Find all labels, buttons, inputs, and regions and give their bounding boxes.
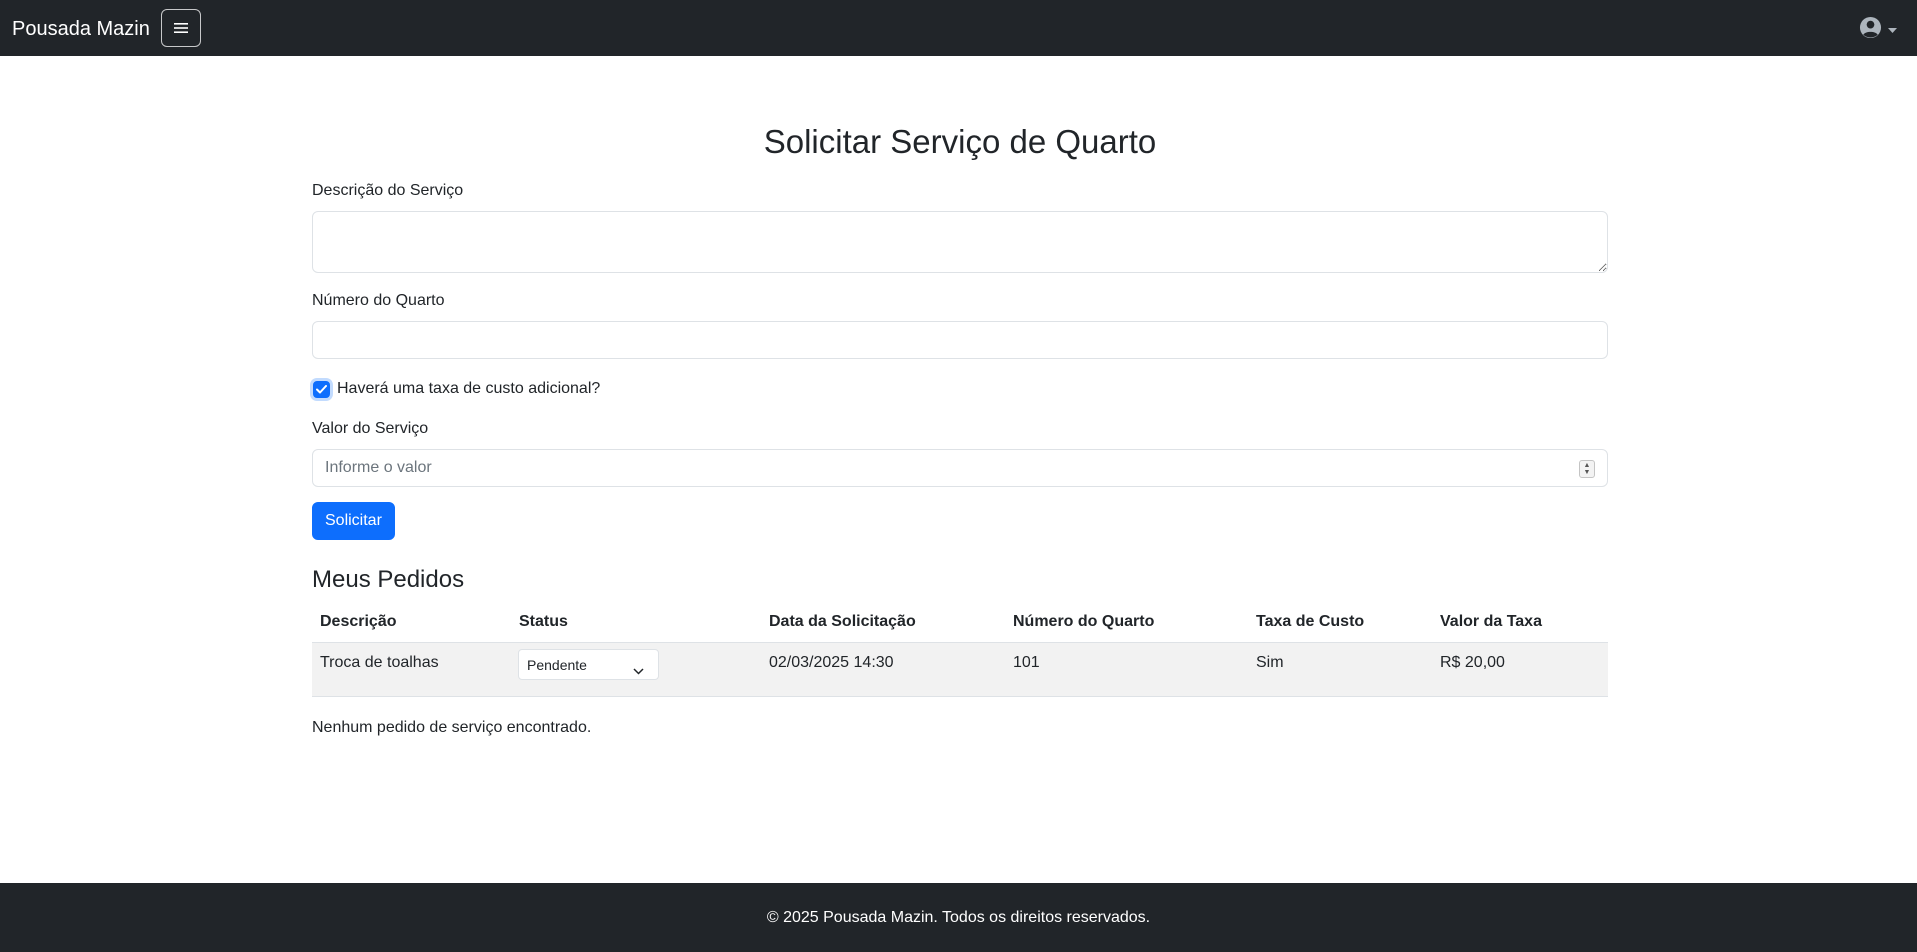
status-select-value: Pendente [527,657,587,673]
main-container: Solicitar Serviço de Quarto Descrição do… [312,56,1608,740]
room-number-input[interactable] [312,321,1608,359]
col-header-taxa: Taxa de Custo [1248,604,1432,643]
col-header-status: Status [511,604,761,643]
empty-orders-message: Nenhum pedido de serviço encontrado. [312,719,592,736]
hamburger-icon [174,22,188,34]
col-header-quarto: Número do Quarto [1005,604,1248,643]
room-number-label: Número do Quarto [312,292,445,309]
description-textarea[interactable] [312,211,1608,273]
submit-button[interactable]: Solicitar [312,502,395,540]
chevron-down-icon [633,659,644,683]
page-footer: © 2025 Pousada Mazin. Todos os direitos … [0,883,1917,952]
menu-toggle-button[interactable] [161,9,201,47]
table-row: Troca de toalhas Pendente 02/03/2025 14:… [312,642,1608,697]
cell-data: 02/03/2025 14:30 [761,642,1005,697]
cell-taxa: Sim [1248,642,1432,697]
service-value-label: Valor do Serviço [312,420,429,437]
service-value-field: ▲ ▼ [312,449,1608,487]
description-label: Descrição do Serviço [312,182,464,199]
user-menu-dropdown[interactable] [1859,16,1897,44]
status-select[interactable]: Pendente [518,649,659,680]
caret-down-icon [1888,21,1897,39]
col-header-descricao: Descrição [312,604,511,643]
spin-down-icon: ▼ [1583,469,1591,476]
cell-valor: R$ 20,00 [1432,642,1608,697]
orders-table: Descrição Status Data da Solicitação Núm… [312,604,1608,697]
brand-link[interactable]: Pousada Mazin [12,15,150,43]
col-header-data: Data da Solicitação [761,604,1005,643]
table-header-row: Descrição Status Data da Solicitação Núm… [312,604,1608,643]
check-icon [316,384,327,393]
top-navbar: Pousada Mazin [0,0,1917,56]
cell-descricao: Troca de toalhas [312,642,511,697]
service-value-input[interactable] [313,450,1607,486]
page-title: Solicitar Serviço de Quarto [763,123,1157,160]
cell-quarto: 101 [1005,642,1248,697]
footer-text: © 2025 Pousada Mazin. Todos os direitos … [766,908,1151,926]
fee-checkbox-label[interactable]: Haverá uma taxa de custo adicional? [337,377,600,401]
spin-up-icon: ▲ [1583,462,1591,469]
orders-title: Meus Pedidos [312,566,465,593]
col-header-valor: Valor da Taxa [1432,604,1608,643]
fee-checkbox[interactable] [313,380,330,398]
user-circle-icon [1859,16,1882,44]
cell-status: Pendente [511,642,761,697]
number-spinner[interactable]: ▲ ▼ [1579,460,1595,478]
fee-checkbox-row: Haverá uma taxa de custo adicional? [312,377,1608,401]
